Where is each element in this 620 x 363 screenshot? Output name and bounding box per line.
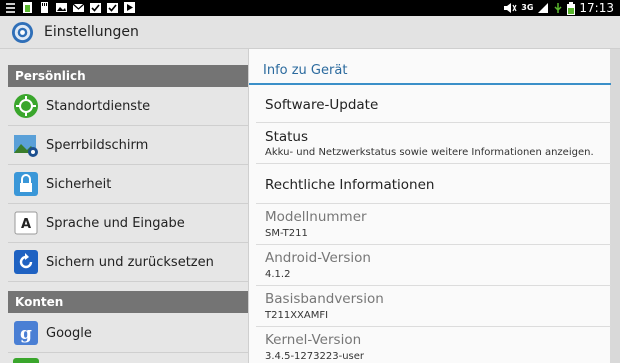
detail-header: Info zu Gerät — [249, 49, 611, 85]
gmail-icon — [72, 3, 85, 12]
list-item-software-update[interactable]: Software-Update — [256, 85, 611, 123]
network-type: 3G — [521, 3, 534, 12]
calendar-check-icon — [90, 3, 101, 13]
keyboard-a-icon: A — [14, 211, 38, 235]
list-item-title: Basisbandversion — [265, 291, 384, 307]
sidebar-item-location[interactable]: Standortdienste — [8, 87, 248, 126]
clock: 17:13 — [579, 1, 614, 15]
list-item-value: 3.4.5-1273223-user — [265, 351, 365, 362]
list-item-title: Rechtliche Informationen — [265, 177, 435, 193]
list-item-value: SM-T211 — [265, 228, 308, 239]
action-bar: Einstellungen — [0, 16, 620, 49]
lock-icon — [14, 172, 38, 196]
sidebar-item-label: Standortdienste — [46, 98, 151, 114]
backup-icon — [14, 250, 38, 274]
sidebar-item-language-input[interactable]: A Sprache und Eingabe — [8, 204, 248, 243]
list-item-title: Android-Version — [265, 250, 371, 266]
mute-icon — [504, 3, 517, 13]
sidebar-item-label: Sprache und Eingabe — [46, 215, 185, 231]
system-icons: 3G 17:13 — [503, 0, 614, 16]
list-item-title: Modellnummer — [265, 209, 367, 225]
list-item-subtitle: Akku- und Netzwerkstatus sowie weitere I… — [265, 147, 594, 158]
status-bar: 3G 17:13 — [0, 0, 620, 16]
svg-text:A: A — [21, 217, 31, 232]
list-item-kernel-version: Kernel-Version 3.4.5-1273223-user — [256, 327, 611, 363]
settings-sidebar: Persönlich Standortdienste Sperrbildschi… — [0, 49, 248, 363]
calendar-check-icon — [107, 3, 118, 13]
notification-icons — [4, 1, 136, 14]
list-item-value: 4.1.2 — [265, 269, 291, 280]
list-item-model-number: Modellnummer SM-T211 — [256, 204, 611, 245]
google-icon: g — [14, 321, 38, 345]
list-item-android-version[interactable]: Android-Version 4.1.2 — [256, 245, 611, 286]
list-item-title: Status — [265, 129, 309, 145]
sidebar-item-label: Google — [46, 325, 92, 341]
detail-pane: Info zu Gerät Software-Update Status Akk… — [248, 49, 611, 363]
battery-icon — [567, 1, 576, 15]
detail-title: Info zu Gerät — [263, 63, 348, 78]
list-item-legal-info[interactable]: Rechtliche Informationen — [256, 164, 611, 204]
list-item-status[interactable]: Status Akku- und Netzwerkstatus sowie we… — [256, 123, 611, 164]
list-item-title: Kernel-Version — [265, 332, 362, 348]
sidebar-item-label: Sperrbildschirm — [46, 137, 149, 153]
sd-card-icon — [41, 2, 48, 13]
sidebar-item-lockscreen[interactable]: Sperrbildschirm — [8, 126, 248, 165]
usb-icon — [554, 3, 562, 13]
lockscreen-icon — [14, 135, 38, 157]
sidebar-item-google[interactable]: g Google — [8, 314, 248, 353]
settings-gear-icon[interactable] — [11, 21, 34, 44]
partial-list-item-icon — [13, 358, 39, 363]
sidebar-item-backup-reset[interactable]: Sichern und zurücksetzen — [8, 243, 248, 282]
svg-text:g: g — [20, 324, 32, 344]
sidebar-item-label: Sicherheit — [46, 176, 112, 192]
image-icon — [56, 3, 67, 12]
list-item-value: T211XXAMFI — [265, 310, 329, 321]
signal-icon — [538, 3, 549, 13]
sidebar-item-security[interactable]: Sicherheit — [8, 165, 248, 204]
section-header-accounts: Konten — [8, 291, 248, 313]
list-item-title: Software-Update — [265, 97, 379, 113]
list-item-baseband-version: Basisbandversion T211XXAMFI — [256, 286, 611, 327]
battery-notification-icon — [23, 2, 32, 13]
play-store-icon — [124, 2, 135, 13]
sidebar-item-label: Sichern und zurücksetzen — [46, 254, 214, 270]
menu-icon — [6, 3, 15, 13]
page-title: Einstellungen — [44, 24, 139, 40]
section-header-personal: Persönlich — [8, 65, 248, 87]
location-icon — [14, 94, 38, 118]
